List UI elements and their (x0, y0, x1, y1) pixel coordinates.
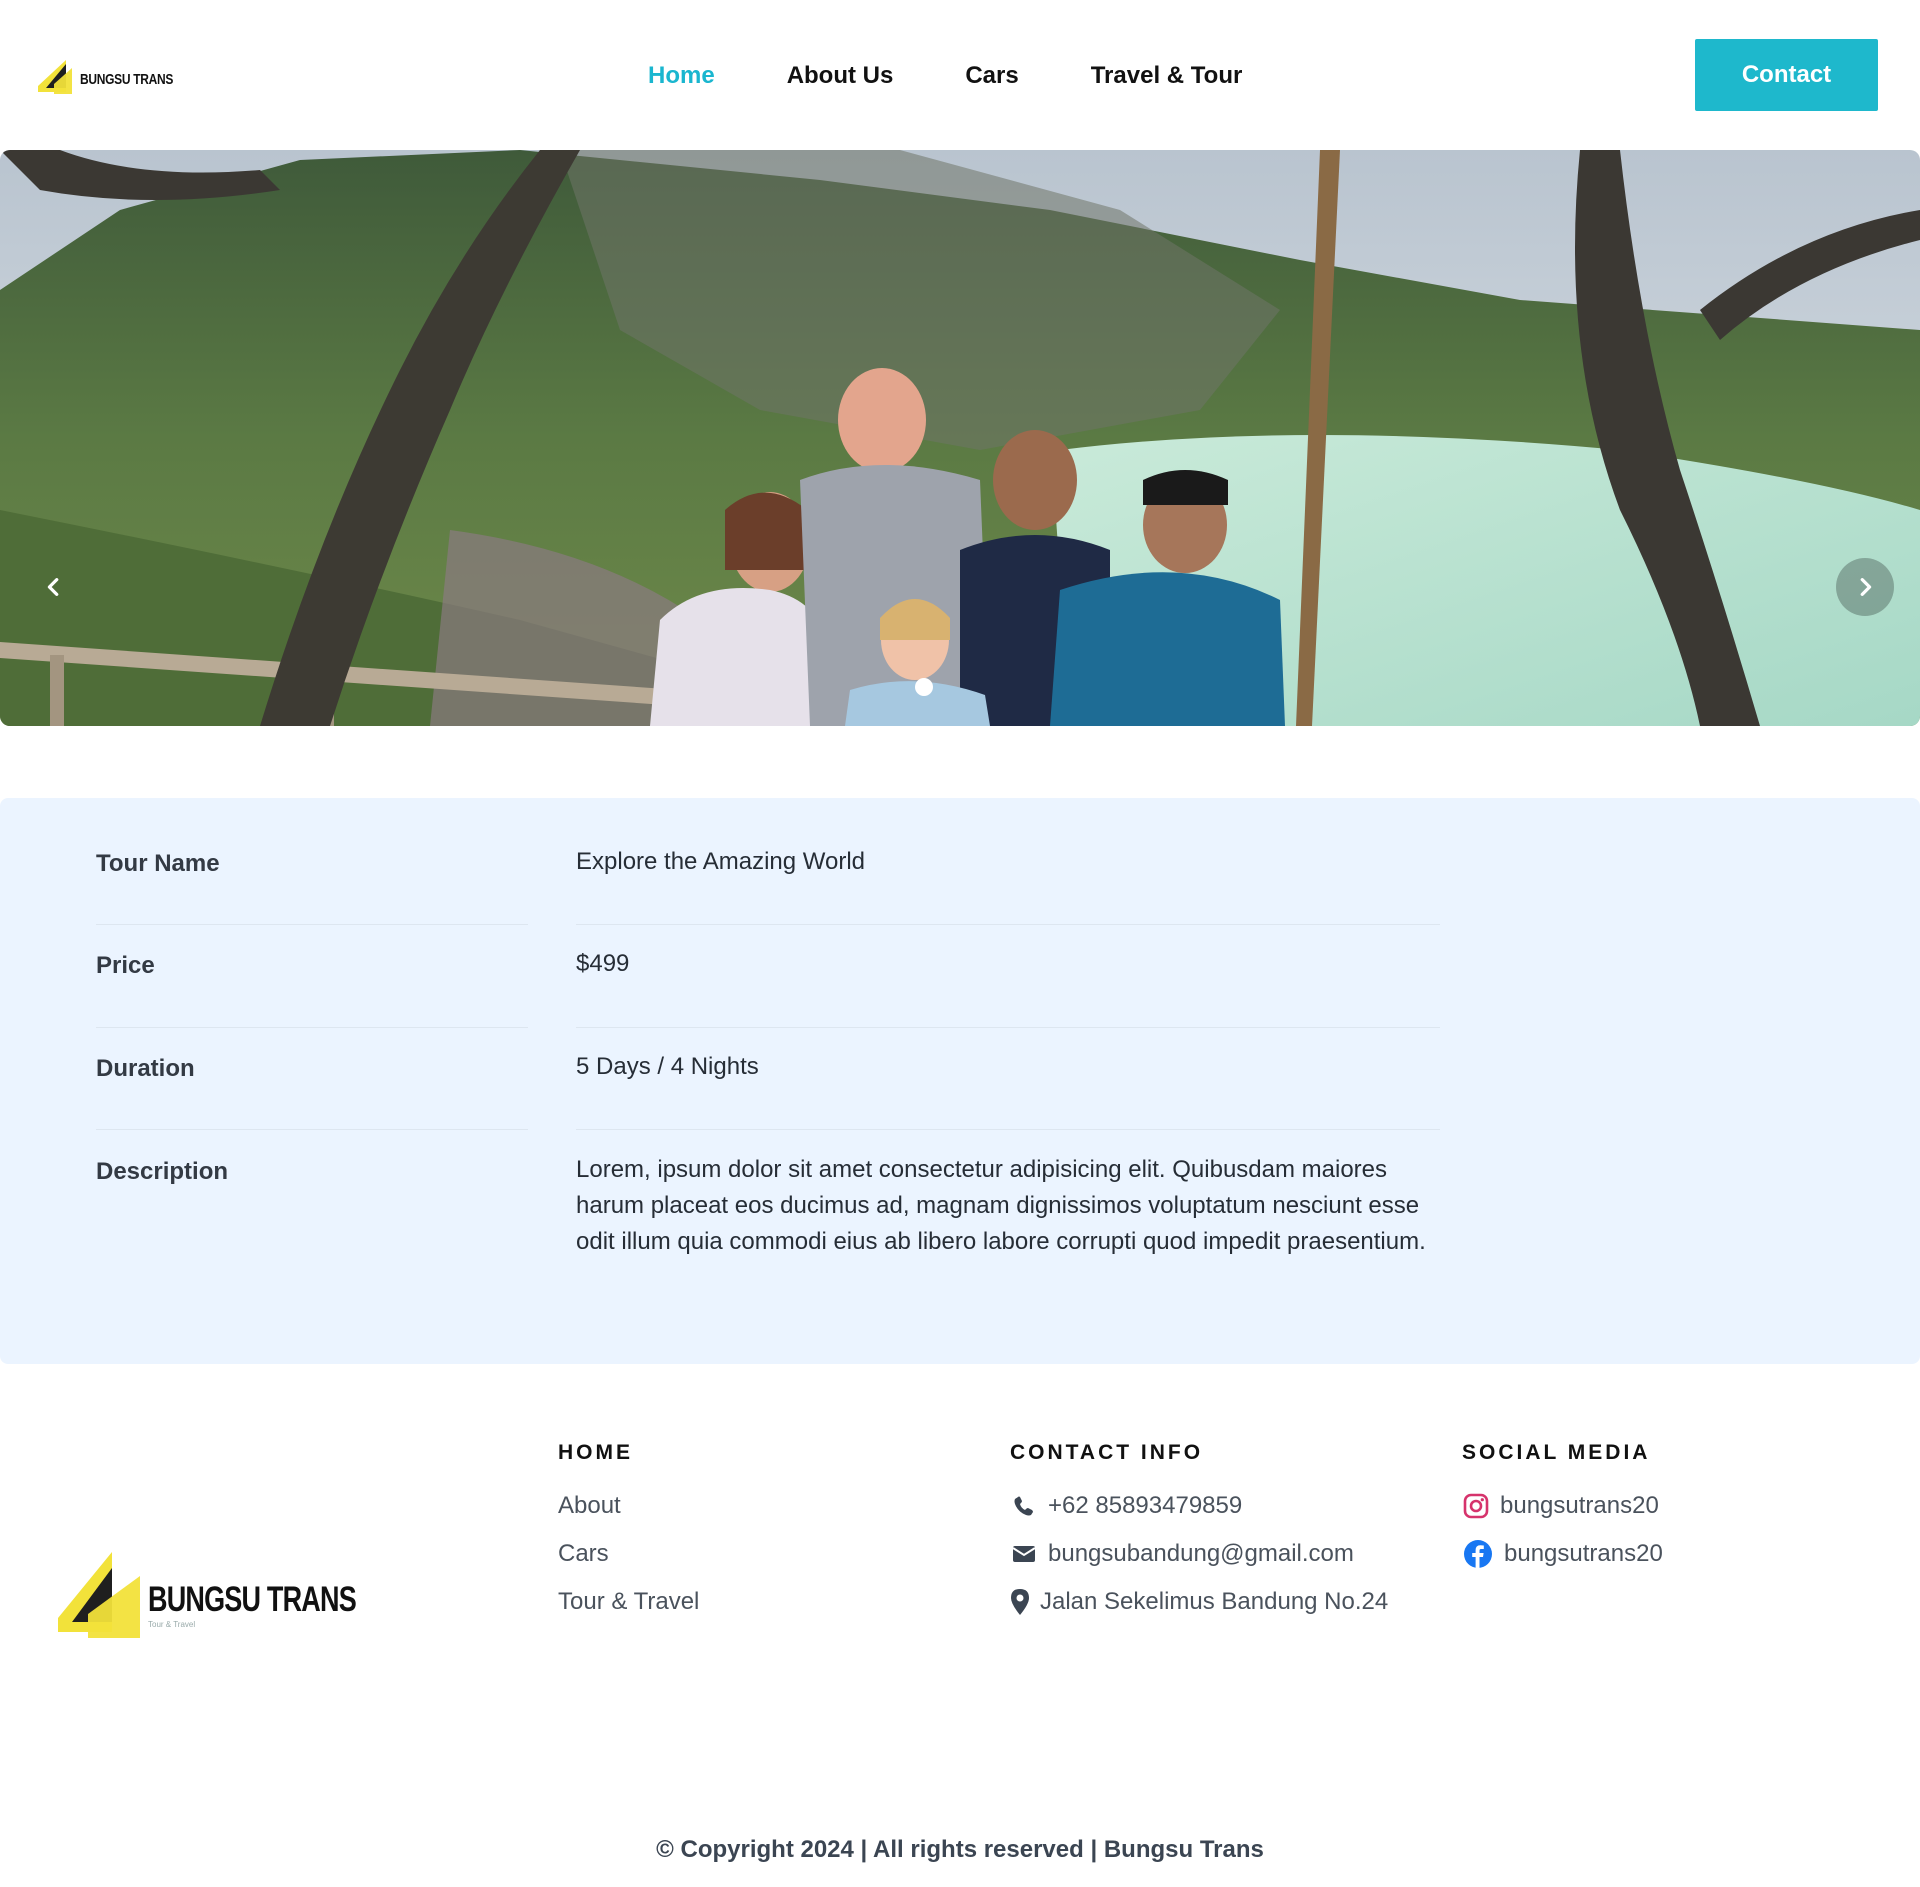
contact-button[interactable]: Contact (1695, 39, 1878, 111)
tour-details: Tour Name Explore the Amazing World Pric… (0, 798, 1920, 1364)
phone-icon (1010, 1492, 1038, 1520)
footer-heading: HOME (558, 1441, 633, 1464)
divider (576, 1129, 1440, 1130)
detail-label: Price (96, 952, 155, 979)
footer-contact-column: CONTACT INFO +62 85893479859 bungsubandu… (1010, 1438, 1388, 1626)
social-facebook[interactable]: bungsutrans20 (1462, 1530, 1663, 1578)
footer-link-about[interactable]: About (558, 1482, 699, 1530)
contact-phone[interactable]: +62 85893479859 (1010, 1482, 1388, 1530)
contact-email-text: bungsubandung@gmail.com (1048, 1540, 1354, 1567)
carousel-next-button[interactable] (1836, 558, 1894, 616)
map-pin-icon (1010, 1588, 1030, 1616)
detail-value: Lorem, ipsum dolor sit amet consectetur … (576, 1156, 1426, 1255)
logo-tagline: Tour & Travel (148, 1620, 196, 1629)
site-logo[interactable]: BUNGSU TRANS (36, 54, 173, 96)
instagram-handle: bungsutrans20 (1500, 1492, 1659, 1519)
footer-heading: CONTACT INFO (1010, 1441, 1204, 1464)
logo-mark-icon (38, 60, 72, 94)
footer-social-column: SOCIAL MEDIA bungsutrans20 bungsutrans20 (1462, 1438, 1663, 1578)
instagram-icon (1462, 1492, 1490, 1520)
contact-address-text: Jalan Sekelimus Bandung No.24 (1040, 1588, 1389, 1615)
logo-mark-icon (58, 1552, 140, 1638)
nav-cars[interactable]: Cars (965, 58, 1018, 98)
carousel-indicator[interactable] (915, 678, 933, 696)
footer-logo[interactable]: BUNGSU TRANS Tour & Travel (56, 1552, 357, 1642)
detail-label: Duration (96, 1055, 195, 1082)
social-instagram[interactable]: bungsutrans20 (1462, 1482, 1663, 1530)
main-nav: Home About Us Cars Travel & Tour (648, 58, 1314, 98)
footer-link-label: Tour & Travel (558, 1588, 700, 1615)
footer-link-label: About (558, 1492, 621, 1519)
copyright-text: © Copyright 2024 | All rights reserved |… (656, 1836, 1264, 1863)
contact-email[interactable]: bungsubandung@gmail.com (1010, 1530, 1388, 1578)
hero-photo (0, 150, 1920, 726)
detail-value: 5 Days / 4 Nights (576, 1053, 759, 1080)
divider (576, 1027, 1440, 1028)
detail-label: Tour Name (96, 850, 220, 877)
footer-heading: SOCIAL MEDIA (1462, 1441, 1651, 1464)
detail-label: Description (96, 1158, 229, 1185)
site-header: BUNGSU TRANS Home About Us Cars Travel &… (0, 0, 1920, 150)
detail-value: Explore the Amazing World (576, 848, 866, 875)
hero-carousel (0, 150, 1920, 726)
divider (576, 924, 1440, 925)
contact-address: Jalan Sekelimus Bandung No.24 (1010, 1578, 1388, 1626)
chevron-right-icon (1860, 578, 1872, 596)
chevron-left-icon (47, 578, 59, 596)
nav-about-us[interactable]: About Us (787, 58, 894, 98)
contact-phone-text: +62 85893479859 (1048, 1492, 1243, 1519)
nav-home[interactable]: Home (648, 58, 715, 98)
divider (96, 924, 528, 925)
facebook-icon (1462, 1540, 1494, 1568)
envelope-icon (1010, 1540, 1038, 1568)
logo-text: BUNGSU TRANS (148, 1580, 357, 1619)
carousel-prev-button[interactable] (25, 558, 83, 616)
footer-link-label: Cars (558, 1540, 609, 1567)
nav-travel-tour[interactable]: Travel & Tour (1091, 58, 1243, 98)
divider (96, 1027, 528, 1028)
facebook-handle: bungsutrans20 (1504, 1540, 1663, 1567)
footer-link-cars[interactable]: Cars (558, 1530, 699, 1578)
footer-home-column: HOME About Cars Tour & Travel (558, 1438, 699, 1626)
divider (96, 1129, 528, 1130)
logo-text: BUNGSU TRANS (80, 70, 174, 88)
detail-value: $499 (576, 950, 630, 977)
footer-link-tour-travel[interactable]: Tour & Travel (558, 1578, 699, 1626)
